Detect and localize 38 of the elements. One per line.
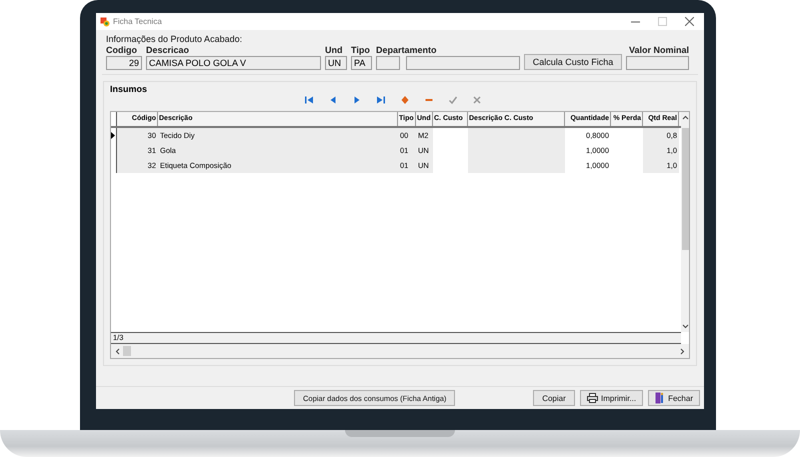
printer-icon <box>586 393 598 403</box>
field-label: Departamento <box>376 44 438 56</box>
field-label: Valor Nominal <box>628 44 689 56</box>
scroll-right-icon[interactable] <box>680 348 685 354</box>
und-field[interactable]: UN <box>325 56 347 70</box>
valor-nominal-field[interactable] <box>626 56 689 70</box>
scroll-left-icon[interactable] <box>115 348 120 354</box>
field-label: Tipo <box>351 44 371 56</box>
scroll-thumb[interactable] <box>682 128 688 250</box>
scroll-up-icon[interactable] <box>682 115 688 120</box>
tipo-field[interactable]: PA <box>351 56 372 70</box>
current-row-icon <box>111 132 115 139</box>
first-nav-icon[interactable] <box>304 95 314 105</box>
next-nav-icon[interactable] <box>352 95 362 105</box>
vertical-scrollbar[interactable] <box>681 112 689 332</box>
descricao-field[interactable]: CAMISA POLO GOLA V <box>146 56 321 70</box>
field-label: Codigo <box>106 44 138 56</box>
last-nav-icon[interactable] <box>376 95 386 105</box>
codigo-field[interactable]: 29 <box>106 56 142 70</box>
door-exit-icon <box>655 392 666 404</box>
close-button[interactable]: Fechar <box>648 390 700 406</box>
print-button[interactable]: Imprimir... <box>580 390 644 406</box>
calcula-custo-button[interactable]: Calcula Custo Ficha <box>524 54 622 70</box>
row-indicator[interactable] <box>111 128 117 143</box>
window-title: Ficha Tecnica <box>113 17 162 26</box>
product-heading: Informações do Produto Acabado: <box>106 34 244 44</box>
horizontal-scrollbar[interactable] <box>111 344 689 358</box>
field-label: Und <box>325 44 344 56</box>
scroll-down-icon[interactable] <box>682 324 688 329</box>
copy-button[interactable]: Copiar <box>532 390 575 406</box>
field-label: Descricao <box>146 44 190 56</box>
app-logo-icon <box>100 16 110 26</box>
insert-nav-icon[interactable] <box>400 95 410 105</box>
departamento-name-field[interactable] <box>406 56 520 70</box>
insumos-title: Insumos <box>110 84 148 94</box>
departamento-code-field[interactable] <box>376 56 400 70</box>
close-icon[interactable] <box>685 17 694 26</box>
scroll-thumb[interactable] <box>123 346 131 356</box>
